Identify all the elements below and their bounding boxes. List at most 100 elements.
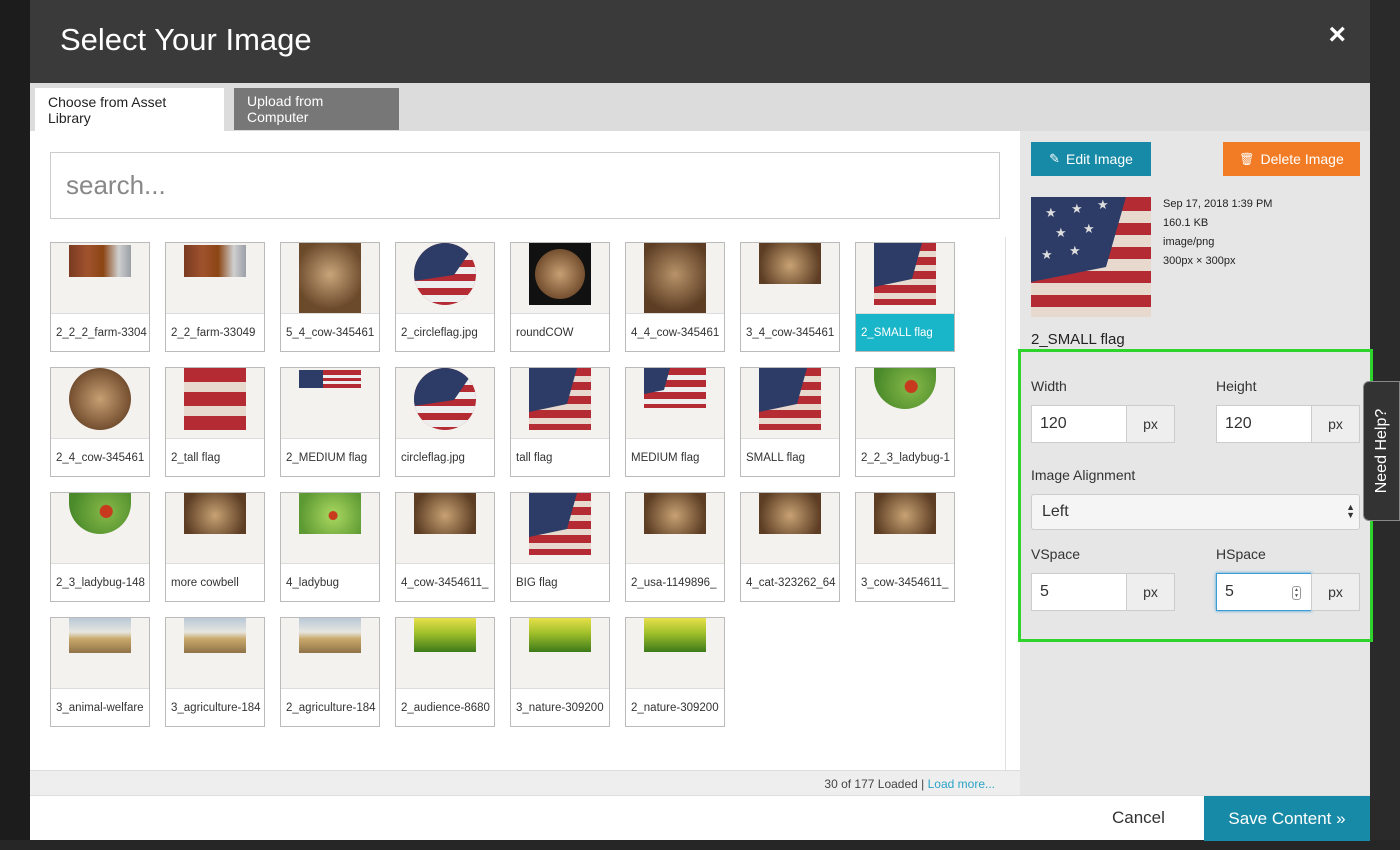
asset-caption: tall flag	[511, 438, 609, 476]
height-unit: px	[1311, 405, 1360, 443]
image-details-panel: ✎ Edit Image 🗑 Delete Image ★ ★ ★ ★ ★ ★	[1018, 131, 1373, 795]
pencil-icon: ✎	[1049, 151, 1060, 166]
edit-image-button[interactable]: ✎ Edit Image	[1031, 142, 1151, 176]
asset-card[interactable]: 2_2_3_ladybug-1	[855, 367, 955, 477]
asset-thumbnail	[51, 368, 149, 438]
asset-caption: BIG flag	[511, 563, 609, 601]
asset-card[interactable]: 4_cat-323262_64	[740, 492, 840, 602]
asset-card[interactable]: 3_cow-3454611_	[855, 492, 955, 602]
hspace-input[interactable]: 5 ▲ ▼	[1216, 573, 1312, 611]
hspace-unit: px	[1311, 573, 1360, 611]
height-label: Height	[1216, 378, 1257, 394]
background-bottom	[0, 840, 1400, 850]
asset-thumbnail	[856, 493, 954, 563]
asset-thumbnail	[281, 243, 379, 313]
delete-image-label: Delete Image	[1260, 151, 1344, 167]
asset-caption: 2_nature-309200	[626, 688, 724, 726]
vspace-input[interactable]: 5	[1031, 573, 1127, 611]
asset-card[interactable]: 3_nature-309200	[510, 617, 610, 727]
height-input[interactable]: 120	[1216, 405, 1312, 443]
asset-card[interactable]: MEDIUM flag	[625, 367, 725, 477]
hspace-value: 5	[1225, 583, 1234, 600]
load-more-link[interactable]: Load more...	[928, 777, 995, 791]
asset-card[interactable]: 2_MEDIUM flag	[280, 367, 380, 477]
asset-card[interactable]: BIG flag	[510, 492, 610, 602]
asset-thumbnail	[51, 618, 149, 688]
asset-card[interactable]: circleflag.jpg	[395, 367, 495, 477]
asset-caption: 2_SMALL flag	[856, 313, 954, 351]
delete-image-button[interactable]: 🗑 Delete Image	[1223, 142, 1360, 176]
alignment-label: Image Alignment	[1031, 467, 1136, 483]
image-date: Sep 17, 2018 1:39 PM	[1163, 198, 1273, 210]
grid-scrollbar[interactable]	[1005, 237, 1006, 770]
asset-card[interactable]: 4_4_cow-345461	[625, 242, 725, 352]
asset-thumbnail	[511, 243, 609, 313]
asset-card[interactable]: 2_4_cow-345461	[50, 367, 150, 477]
asset-caption: 2_3_ladybug-148	[51, 563, 149, 601]
asset-caption: 3_animal-welfare	[51, 688, 149, 726]
svg-text:★: ★	[1083, 221, 1095, 236]
asset-card[interactable]: 5_4_cow-345461	[280, 242, 380, 352]
need-help-tab[interactable]: Need Help?	[1363, 381, 1400, 521]
asset-card[interactable]: 4_ladybug	[280, 492, 380, 602]
select-arrows-icon: ▲ ▼	[1346, 502, 1355, 520]
tab-bar: Choose from Asset Library Upload from Co…	[30, 83, 1370, 131]
search-input[interactable]: search...	[50, 152, 1000, 219]
asset-caption: more cowbell	[166, 563, 264, 601]
asset-card[interactable]: 2_agriculture-184	[280, 617, 380, 727]
asset-card[interactable]: more cowbell	[165, 492, 265, 602]
asset-library-panel: search... 2_2_2_farm-3304 2_2_farm-33049 5…	[30, 131, 1020, 795]
image-picker-modal: Select Your Image × Choose from Asset Li…	[30, 0, 1373, 841]
cancel-button[interactable]: Cancel	[1112, 808, 1165, 828]
loaded-count: 30 of 177 Loaded	[824, 777, 918, 791]
asset-thumbnail	[626, 618, 724, 688]
asset-card[interactable]: 3_4_cow-345461	[740, 242, 840, 352]
asset-card[interactable]: 3_animal-welfare	[50, 617, 150, 727]
asset-card[interactable]: 2_audience-8680	[395, 617, 495, 727]
asset-thumbnail	[626, 243, 724, 313]
asset-thumbnail	[166, 618, 264, 688]
asset-caption: 3_cow-3454611_	[856, 563, 954, 601]
asset-card[interactable]: 3_agriculture-184	[165, 617, 265, 727]
width-unit: px	[1126, 405, 1175, 443]
asset-caption: circleflag.jpg	[396, 438, 494, 476]
asset-caption: 4_4_cow-345461	[626, 313, 724, 351]
asset-caption: 2_4_cow-345461	[51, 438, 149, 476]
asset-card[interactable]: roundCOW	[510, 242, 610, 352]
tab-upload-from-computer[interactable]: Upload from Computer	[234, 88, 399, 130]
asset-thumbnail	[51, 243, 149, 313]
alignment-select[interactable]: Left ▲ ▼	[1031, 494, 1360, 530]
asset-card[interactable]: 2_3_ladybug-148	[50, 492, 150, 602]
asset-caption: 3_4_cow-345461	[741, 313, 839, 351]
asset-thumbnail	[396, 243, 494, 313]
hspace-label: HSpace	[1216, 546, 1266, 562]
svg-text:★: ★	[1045, 205, 1057, 220]
alignment-value: Left	[1042, 503, 1069, 520]
asset-card[interactable]: 2_SMALL flag	[855, 242, 955, 352]
asset-card[interactable]: 2_tall flag	[165, 367, 265, 477]
save-content-button[interactable]: Save Content »	[1204, 796, 1370, 841]
asset-thumbnail	[281, 368, 379, 438]
asset-card[interactable]: 2_circleflag.jpg	[395, 242, 495, 352]
close-icon[interactable]: ×	[1328, 20, 1346, 50]
edit-image-label: Edit Image	[1065, 151, 1133, 167]
asset-caption: 2_2_3_ladybug-1	[856, 438, 954, 476]
modal-footer: Cancel Save Content »	[30, 795, 1370, 841]
asset-caption: 4_ladybug	[281, 563, 379, 601]
asset-card[interactable]: 2_2_farm-33049	[165, 242, 265, 352]
width-input[interactable]: 120	[1031, 405, 1127, 443]
asset-card[interactable]: tall flag	[510, 367, 610, 477]
asset-card[interactable]: SMALL flag	[740, 367, 840, 477]
asset-caption: 4_cow-3454611_	[396, 563, 494, 601]
asset-card[interactable]: 2_2_2_farm-3304	[50, 242, 150, 352]
tab-asset-library[interactable]: Choose from Asset Library	[35, 88, 224, 131]
asset-card[interactable]: 4_cow-3454611_	[395, 492, 495, 602]
asset-card[interactable]: 2_nature-309200	[625, 617, 725, 727]
asset-caption: 5_4_cow-345461	[281, 313, 379, 351]
spinner-icon[interactable]: ▲ ▼	[1292, 586, 1301, 600]
asset-caption: 3_nature-309200	[511, 688, 609, 726]
asset-thumbnail	[396, 618, 494, 688]
asset-caption: MEDIUM flag	[626, 438, 724, 476]
asset-thumbnail	[511, 493, 609, 563]
asset-card[interactable]: 2_usa-1149896_	[625, 492, 725, 602]
